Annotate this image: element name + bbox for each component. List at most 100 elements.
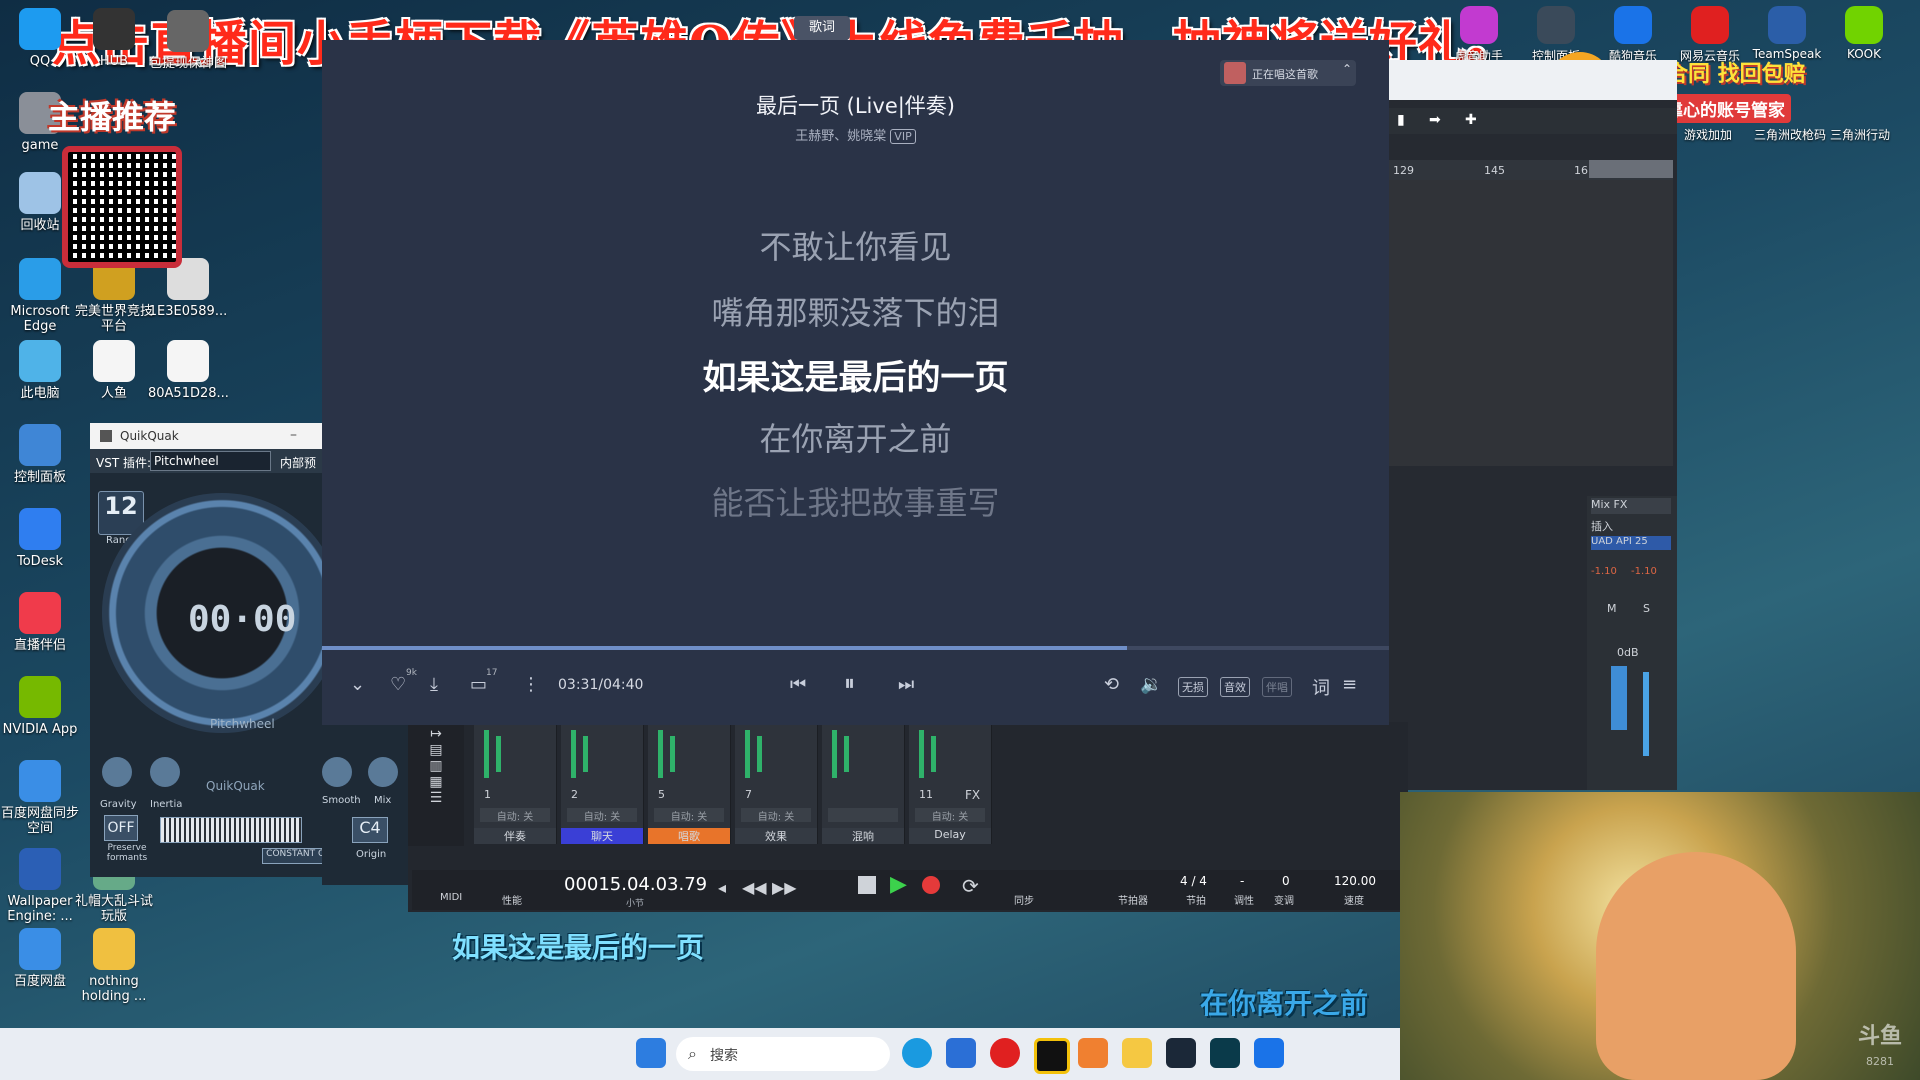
desktop-icon[interactable]: HUB	[74, 8, 154, 69]
right-icon-label-2[interactable]: 三角洲改枪码	[1754, 126, 1826, 143]
volume-icon[interactable]: 🔉	[1140, 674, 1162, 695]
daw-arrange-panel[interactable]: ▮ ➡ ✚ 129 145 161 Mix FX 插入 UAD API 25 -…	[1389, 60, 1677, 790]
steam-icon[interactable]	[1166, 1038, 1196, 1068]
daw-transport-bar[interactable]: MIDI 性能 00015.04.03.79 小节 ◂ ◀◀ ▶▶ ▶ ⟳ 同步…	[412, 870, 1408, 910]
keyboard-strip[interactable]	[160, 817, 302, 843]
lyric-line[interactable]: 嘴角那颗没落下的泪	[322, 288, 1389, 334]
channel-name[interactable]: 唱歌	[648, 828, 730, 844]
lyrics-tab[interactable]: 歌词	[794, 16, 850, 40]
rewind-icon[interactable]: ◀◀	[742, 878, 767, 897]
internal-preset-label[interactable]: 内部预	[280, 454, 316, 471]
desktop-icon[interactable]: nothing holding ...	[74, 928, 154, 1004]
channel-name[interactable]: 效果	[735, 828, 817, 844]
desktop-icon[interactable]: 此电脑	[0, 340, 80, 401]
mixer-tool-icon[interactable]: ☰	[408, 790, 464, 806]
forward-icon[interactable]: ▶▶	[772, 878, 797, 897]
lyric-line[interactable]: 在你离开之前	[322, 414, 1389, 460]
desktop-icon[interactable]: 百度网盘同步空间	[0, 760, 80, 836]
right-icon-label-3[interactable]: 三角洲行动	[1830, 126, 1890, 143]
desktop-icon[interactable]: NVIDIA App	[0, 676, 80, 737]
next-track-icon[interactable]: ⏭	[898, 674, 914, 695]
quikquak-titlebar[interactable]: QuikQuak –	[90, 423, 322, 449]
lyric-line[interactable]: 不敢让你看见	[322, 222, 1389, 268]
key-value[interactable]: -	[1240, 874, 1244, 888]
desktop-icon[interactable]: 直播伴侣	[0, 592, 80, 653]
preserve-off-toggle[interactable]: OFF	[104, 815, 138, 841]
desktop-icon[interactable]: 人鱼	[74, 340, 154, 401]
prev-marker-icon[interactable]: ◂	[718, 878, 726, 897]
playlist-icon[interactable]: ≡	[1342, 674, 1357, 695]
mixer-channel[interactable]: 7 自动: 关效果	[735, 722, 818, 844]
play-icon[interactable]: ▶	[890, 872, 907, 897]
taskbar-search[interactable]: ⌕ 搜索	[676, 1037, 890, 1071]
time-signature[interactable]: 4 / 4	[1180, 874, 1207, 888]
like-heart-icon[interactable]: ♡	[390, 674, 406, 695]
lossless-tag[interactable]: 无损	[1178, 677, 1208, 697]
comment-icon[interactable]: ▭	[470, 674, 487, 695]
channel-name[interactable]: 伴奏	[474, 828, 556, 844]
collapse-chevron-icon[interactable]: ⌄	[350, 674, 365, 695]
plugin-select[interactable]: Pitchwheel	[150, 451, 271, 471]
channel-name[interactable]: Delay	[909, 828, 991, 844]
mixer-channel[interactable]: 混响	[822, 722, 905, 844]
stop-icon[interactable]	[858, 876, 876, 894]
music-player-window[interactable]: 歌词 最后一页 (Live|伴奏) 王赫野、姚晓棠 VIP 不敢让你看见 嘴角那颗没…	[322, 16, 1389, 725]
close-icon[interactable]: ⌃	[1342, 62, 1352, 76]
lyric-line-current[interactable]: 如果这是最后的一页	[322, 350, 1389, 399]
more-icon[interactable]: ⋮	[522, 674, 540, 695]
netease-music-icon[interactable]	[990, 1038, 1020, 1068]
mute-button[interactable]: M	[1607, 602, 1617, 615]
automation-label[interactable]: 自动: 关	[741, 808, 811, 823]
insert-plugin[interactable]: UAD API 25	[1591, 536, 1671, 550]
kugou-icon[interactable]	[1254, 1038, 1284, 1068]
transpose-value[interactable]: 0	[1282, 874, 1290, 888]
desktop-icon[interactable]: Wallpaper Engine: ...	[0, 848, 80, 924]
desktop-icon[interactable]: QQ	[0, 8, 80, 69]
automation-label[interactable]	[828, 808, 898, 822]
mixer-tool-icon[interactable]: ↦	[408, 726, 464, 742]
previous-track-icon[interactable]: ⏮	[790, 674, 806, 695]
sound-effect-tag[interactable]: 音效	[1220, 677, 1250, 697]
gravity-knob[interactable]	[102, 757, 132, 787]
mix-knob[interactable]	[368, 757, 398, 787]
right-icon-label-1[interactable]: 游戏加加	[1684, 126, 1732, 143]
artist-name[interactable]: 王赫野、姚晓棠	[795, 129, 886, 144]
playback-progress-bar[interactable]	[322, 646, 1389, 650]
repeat-icon[interactable]: ⟲	[1104, 674, 1119, 695]
insert-label[interactable]: 插入	[1591, 518, 1613, 534]
lyric-line[interactable]: 能否让我把故事重写	[322, 478, 1389, 524]
origin-note[interactable]: C4	[352, 817, 388, 843]
desktop-icon[interactable]: ToDesk	[0, 508, 80, 569]
toolbar-icon[interactable]: ➡	[1429, 112, 1441, 128]
automation-label[interactable]: 自动: 关	[567, 808, 637, 823]
toolbar-icon[interactable]: ▮	[1397, 112, 1405, 128]
range-value[interactable]: 12	[99, 492, 143, 520]
start-windows-icon[interactable]	[636, 1038, 666, 1068]
channel-name[interactable]: 聊天	[561, 828, 643, 844]
minimize-icon[interactable]: –	[290, 427, 297, 443]
mixer-channel[interactable]: 2 自动: 关聊天	[561, 722, 644, 844]
fader[interactable]	[1611, 666, 1627, 730]
download-icon[interactable]: ⤓	[430, 674, 438, 695]
edge-icon[interactable]	[902, 1038, 932, 1068]
app-teal-icon[interactable]	[1210, 1038, 1240, 1068]
mixer-tool-icon[interactable]: ▥	[408, 758, 464, 774]
mixer-tool-icon[interactable]: ▤	[408, 742, 464, 758]
automation-label[interactable]: 自动: 关	[915, 808, 985, 823]
desktop-icon[interactable]: 百度网盘	[0, 928, 80, 989]
record-icon[interactable]	[922, 876, 940, 894]
now-singing-badge[interactable]: 正在唱这首歌 ⌃	[1220, 60, 1356, 86]
app-mascot-icon[interactable]	[1122, 1038, 1152, 1068]
desktop-icon[interactable]: 控制面板	[0, 424, 80, 485]
loop-icon[interactable]: ⟳	[962, 874, 979, 898]
lyrics-toggle[interactable]: 词	[1312, 674, 1330, 700]
mixer-channel[interactable]: 1 自动: 关伴奏	[474, 722, 557, 844]
mixer-tool-icon[interactable]: ▦	[408, 774, 464, 790]
app-yellow-icon[interactable]	[1034, 1038, 1070, 1074]
smooth-knob[interactable]	[322, 757, 352, 787]
inertia-knob[interactable]	[150, 757, 180, 787]
channel-name[interactable]: 混响	[822, 828, 904, 844]
tempo-value[interactable]: 120.00	[1334, 874, 1376, 888]
top-app-icon[interactable]: 虎音助手	[1444, 6, 1514, 64]
quikquak-window[interactable]: QuikQuak – VST 插件: Pitchwheel 内部预 12 Ran…	[90, 423, 342, 877]
